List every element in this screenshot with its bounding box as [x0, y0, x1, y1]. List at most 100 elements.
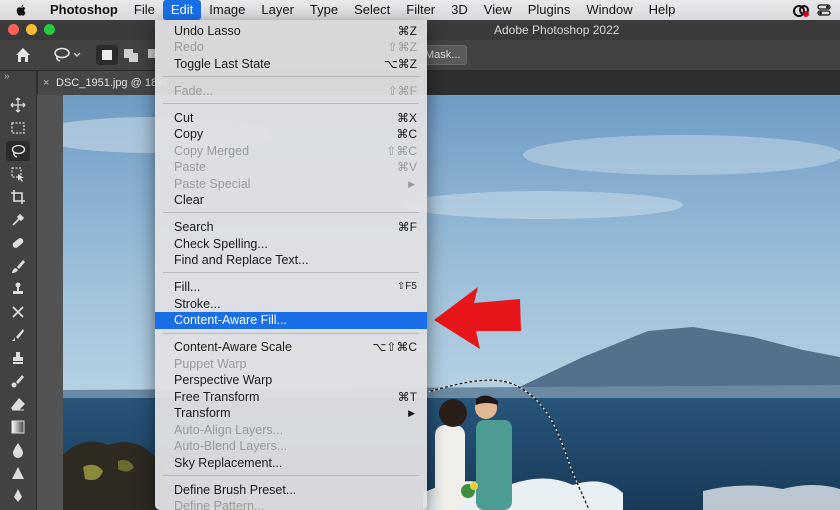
- eraser-tool[interactable]: [6, 394, 30, 414]
- menu-item-shortcut: ⌘C: [396, 127, 417, 141]
- menu-item-sky-replacement[interactable]: Sky Replacement...: [155, 455, 427, 471]
- healing-brush-tool[interactable]: [6, 233, 30, 253]
- menu-item-cut[interactable]: Cut ⌘X: [155, 110, 427, 126]
- menu-item-copy[interactable]: Copy ⌘C: [155, 126, 427, 142]
- marquee-tool[interactable]: [6, 118, 30, 138]
- menu-item-fade[interactable]: Fade... ⇧⌘F: [155, 83, 427, 99]
- pen-icon: [14, 489, 22, 502]
- lasso-preset-picker[interactable]: [50, 45, 84, 65]
- home-button[interactable]: [12, 45, 34, 65]
- menu-item-copy-merged[interactable]: Copy Merged ⇧⌘C: [155, 143, 427, 159]
- pen-tool[interactable]: [6, 486, 30, 506]
- lasso-tool[interactable]: [6, 141, 30, 161]
- menu-item-shortcut: ⌘V: [396, 160, 417, 174]
- blur-tool[interactable]: [6, 440, 30, 460]
- object-selection-tool[interactable]: [6, 164, 30, 184]
- new-selection-button[interactable]: [96, 45, 118, 65]
- art-brush-icon: [11, 375, 24, 388]
- menu-item-check-spelling[interactable]: Check Spelling...: [155, 236, 427, 252]
- eyedropper-tool[interactable]: [6, 210, 30, 230]
- menu-filter[interactable]: Filter: [398, 0, 443, 20]
- menu-layer[interactable]: Layer: [253, 0, 302, 20]
- menu-item-puppet-warp[interactable]: Puppet Warp: [155, 356, 427, 372]
- menu-item-label: Paste: [174, 160, 206, 174]
- menu-item-label: Content-Aware Fill...: [174, 313, 288, 327]
- brush-tool[interactable]: [6, 256, 30, 276]
- document-tab[interactable]: × DSC_1951.jpg @ 18%: [38, 71, 168, 95]
- menu-item-auto-blend[interactable]: Auto-Blend Layers...: [155, 438, 427, 454]
- move-tool[interactable]: [6, 95, 30, 115]
- document-tab-label: DSC_1951.jpg @ 18%: [56, 77, 167, 89]
- gradient-tool[interactable]: [6, 417, 30, 437]
- gradient-icon: [11, 420, 25, 434]
- menu-item-search[interactable]: Search ⌘F: [155, 219, 427, 235]
- crop-tool[interactable]: [6, 187, 30, 207]
- lasso-icon: [54, 47, 81, 62]
- menu-item-stroke[interactable]: Stroke...: [155, 296, 427, 312]
- menu-item-paste-special[interactable]: Paste Special ▶: [155, 176, 427, 192]
- menu-edit[interactable]: Edit: [162, 0, 202, 20]
- menu-window[interactable]: Window: [578, 0, 640, 20]
- submenu-arrow-icon: ▶: [408, 179, 415, 189]
- menu-item-label: Find and Replace Text...: [174, 253, 309, 267]
- menu-item-define-pattern[interactable]: Define Pattern...: [155, 498, 427, 510]
- add-to-selection-button[interactable]: [120, 45, 142, 65]
- paint-tool[interactable]: [6, 325, 30, 345]
- menu-item-label: Define Brush Preset...: [174, 483, 297, 497]
- menu-image[interactable]: Image: [201, 0, 253, 20]
- menu-item-fill[interactable]: Fill... ⇧F5: [155, 279, 427, 295]
- control-center-icon[interactable]: [816, 2, 832, 18]
- eyedropper-icon: [12, 213, 25, 226]
- zoom-window-button[interactable]: [44, 24, 55, 35]
- menu-item-label: Define Pattern...: [174, 499, 265, 510]
- crop-icon: [11, 190, 25, 204]
- menu-item-auto-align[interactable]: Auto-Align Layers...: [155, 422, 427, 438]
- menu-view[interactable]: View: [476, 0, 520, 20]
- blur-drop-icon: [13, 443, 23, 458]
- menu-item-find-replace[interactable]: Find and Replace Text...: [155, 252, 427, 268]
- menu-item-define-brush[interactable]: Define Brush Preset...: [155, 482, 427, 498]
- menu-3d[interactable]: 3D: [443, 0, 476, 20]
- history-brush-tool[interactable]: [6, 302, 30, 322]
- red-arrow-annotation: [434, 287, 521, 349]
- menu-item-shortcut: ⌥⌘Z: [383, 57, 417, 71]
- menu-item-perspective-warp[interactable]: Perspective Warp: [155, 372, 427, 388]
- menu-type[interactable]: Type: [302, 0, 346, 20]
- menu-item-label: Clear: [174, 193, 204, 207]
- menu-item-redo[interactable]: Redo ⇧⌘Z: [155, 39, 427, 55]
- sharpen-tool[interactable]: [6, 463, 30, 483]
- menu-item-shortcut: ⌘T: [397, 390, 417, 404]
- clone-stamp-tool[interactable]: [6, 279, 30, 299]
- menu-item-content-aware-fill[interactable]: Content-Aware Fill...: [155, 312, 427, 329]
- submenu-arrow-icon: ▶: [408, 408, 415, 418]
- close-tab-icon[interactable]: ×: [43, 71, 49, 95]
- menu-item-label: Cut: [174, 111, 194, 125]
- mac-menu-bar: Photoshop File Edit Image Layer Type Sel…: [0, 0, 840, 20]
- menu-file[interactable]: File: [126, 0, 163, 20]
- close-window-button[interactable]: [8, 24, 19, 35]
- menu-separator: [163, 103, 419, 104]
- history-brush-tool-2[interactable]: [6, 371, 30, 391]
- menu-item-content-aware-scale[interactable]: Content-Aware Scale ⌥⇧⌘C: [155, 339, 427, 355]
- menu-help[interactable]: Help: [641, 0, 684, 20]
- collapse-panel-icon[interactable]: »: [4, 71, 10, 82]
- menu-item-clear[interactable]: Clear: [155, 192, 427, 208]
- sharpen-icon: [12, 467, 24, 479]
- creative-cloud-icon[interactable]: [792, 2, 810, 18]
- menu-app-photoshop[interactable]: Photoshop: [42, 0, 126, 20]
- minimize-window-button[interactable]: [26, 24, 37, 35]
- stamp-tool[interactable]: [6, 348, 30, 368]
- apple-icon[interactable]: [14, 3, 28, 17]
- menu-item-transform[interactable]: Transform ▶: [155, 405, 427, 421]
- menu-item-undo-lasso[interactable]: Undo Lasso ⌘Z: [155, 23, 427, 39]
- menu-item-toggle-last-state[interactable]: Toggle Last State ⌥⌘Z: [155, 56, 427, 72]
- healing-brush-icon: [12, 238, 24, 248]
- menu-plugins[interactable]: Plugins: [520, 0, 579, 20]
- menu-item-label: Free Transform: [174, 390, 260, 404]
- menu-select[interactable]: Select: [346, 0, 398, 20]
- object-selection-icon: [11, 167, 24, 182]
- menu-item-free-transform[interactable]: Free Transform ⌘T: [155, 389, 427, 405]
- menu-item-paste[interactable]: Paste ⌘V: [155, 159, 427, 175]
- menu-item-shortcut: ⌘X: [396, 111, 417, 125]
- eraser-icon: [11, 398, 25, 411]
